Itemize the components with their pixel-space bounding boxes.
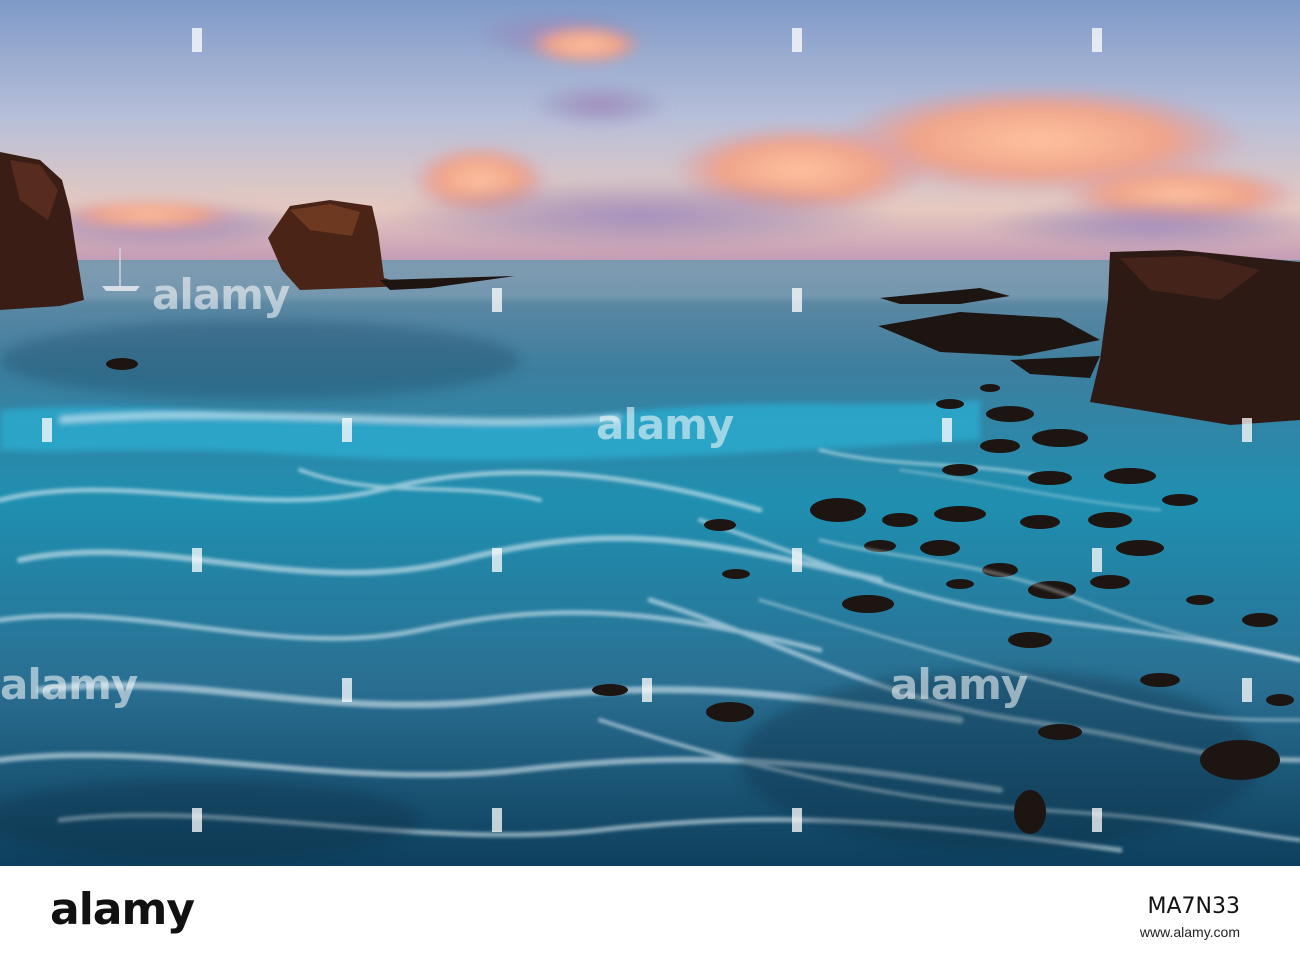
footer-bar: alamy MA7N33 www.alamy.com [0, 866, 1300, 956]
watermark-text: alamy [890, 660, 1028, 709]
watermark-mark [342, 418, 352, 442]
watermark-mark [192, 548, 202, 572]
watermark-mark [42, 418, 52, 442]
watermark-mark [1242, 418, 1252, 442]
image-id: MA7N33 [1147, 894, 1240, 919]
watermark-mark [792, 28, 802, 52]
watermark-mark [492, 548, 502, 572]
watermark-mark [642, 678, 652, 702]
watermark-mark [192, 28, 202, 52]
watermark-text: alamy [152, 270, 290, 319]
watermark-mark [1092, 808, 1102, 832]
watermark-text: alamy [596, 400, 734, 449]
image-stage: alamy alamy alamy alamy alamy MA7N33 www… [0, 0, 1300, 956]
watermark-mark [1242, 678, 1252, 702]
footer-logo[interactable]: alamy [50, 884, 195, 935]
watermark-mark [792, 288, 802, 312]
watermark-mark [1092, 548, 1102, 572]
watermark-mark [1092, 28, 1102, 52]
watermark-mark [342, 678, 352, 702]
watermark-mark [942, 418, 952, 442]
watermark-mark [492, 288, 502, 312]
watermark-mark [492, 808, 502, 832]
footer-caption[interactable]: www.alamy.com [1140, 924, 1240, 940]
watermark-mark [792, 548, 802, 572]
watermark-mark [192, 808, 202, 832]
watermark-mark [792, 808, 802, 832]
watermark-text: alamy [0, 660, 138, 709]
